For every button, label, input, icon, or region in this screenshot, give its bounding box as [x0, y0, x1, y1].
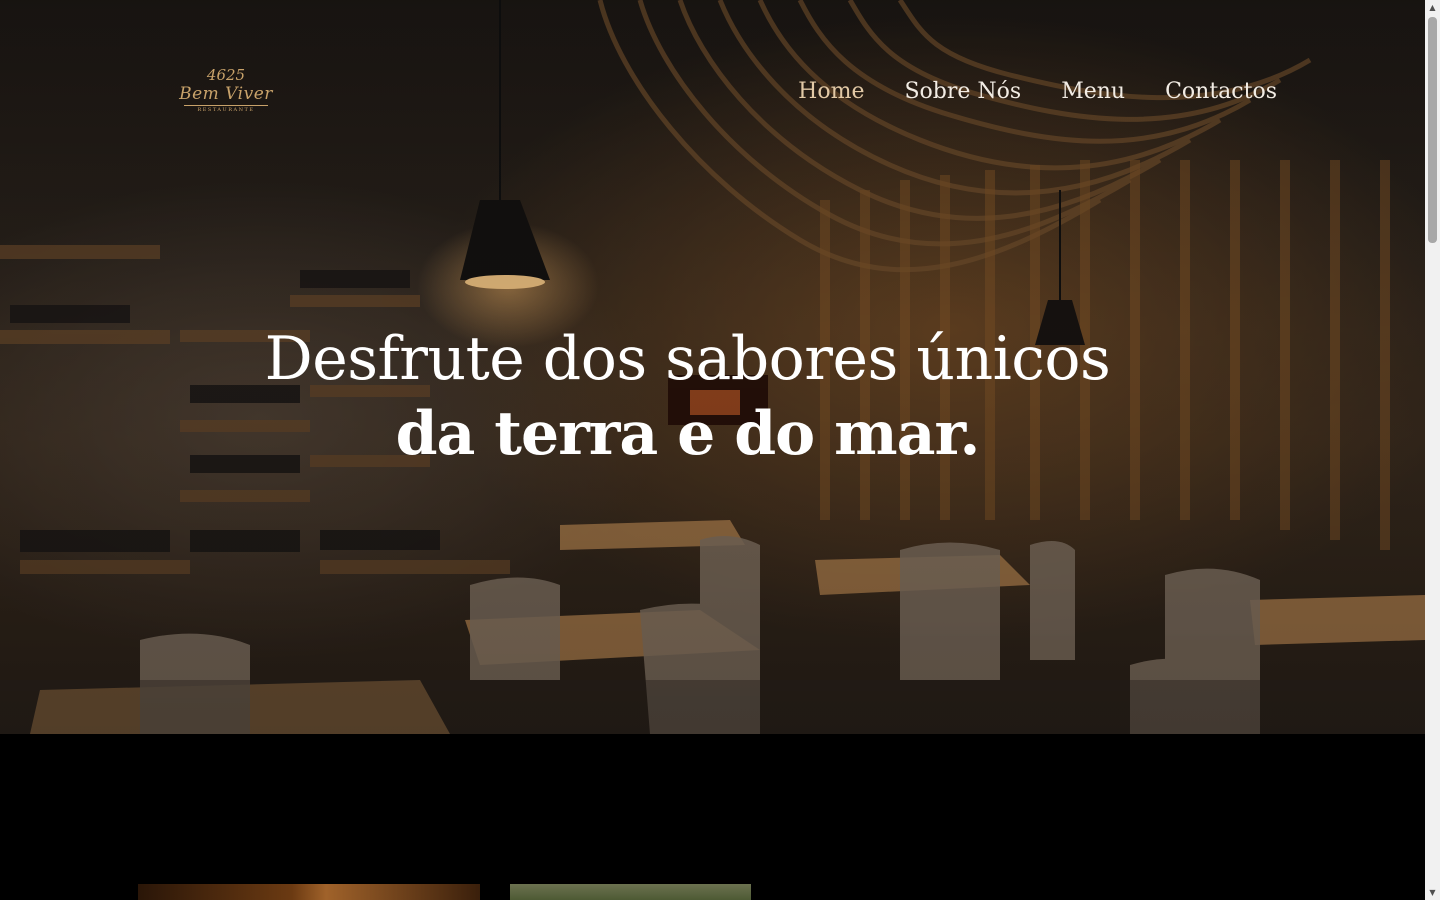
hero-headline: Desfrute dos sabores únicos da terra e d… — [0, 322, 1375, 472]
logo-name: Bem Viver — [179, 84, 273, 104]
logo-subtitle: RESTAURANTE — [184, 105, 268, 114]
nav-item-sobre-nos[interactable]: Sobre Nós — [904, 78, 1021, 106]
section-image-1 — [138, 884, 480, 900]
scroll-up-arrow-icon[interactable]: ▲ — [1425, 0, 1440, 15]
section-image-2 — [510, 884, 751, 900]
hero-headline-line-2: da terra e do mar. — [395, 399, 981, 469]
nav-item-contactos[interactable]: Contactos — [1165, 78, 1277, 106]
brand-logo[interactable]: 4625 Bem Viver RESTAURANTE — [178, 66, 274, 118]
main-navigation: Home Sobre Nós Menu Contactos — [798, 78, 1277, 106]
scroll-down-arrow-icon[interactable]: ▼ — [1425, 885, 1440, 900]
nav-item-home[interactable]: Home — [798, 78, 864, 106]
hero-headline-line-1: Desfrute dos sabores únicos — [264, 324, 1111, 394]
vertical-scrollbar[interactable]: ▲ ▼ — [1425, 0, 1440, 900]
logo-number: 4625 — [206, 66, 246, 84]
scrollbar-thumb[interactable] — [1428, 17, 1437, 243]
nav-item-menu[interactable]: Menu — [1061, 78, 1125, 106]
hero-section: 4625 Bem Viver RESTAURANTE Home Sobre Nó… — [0, 0, 1425, 734]
